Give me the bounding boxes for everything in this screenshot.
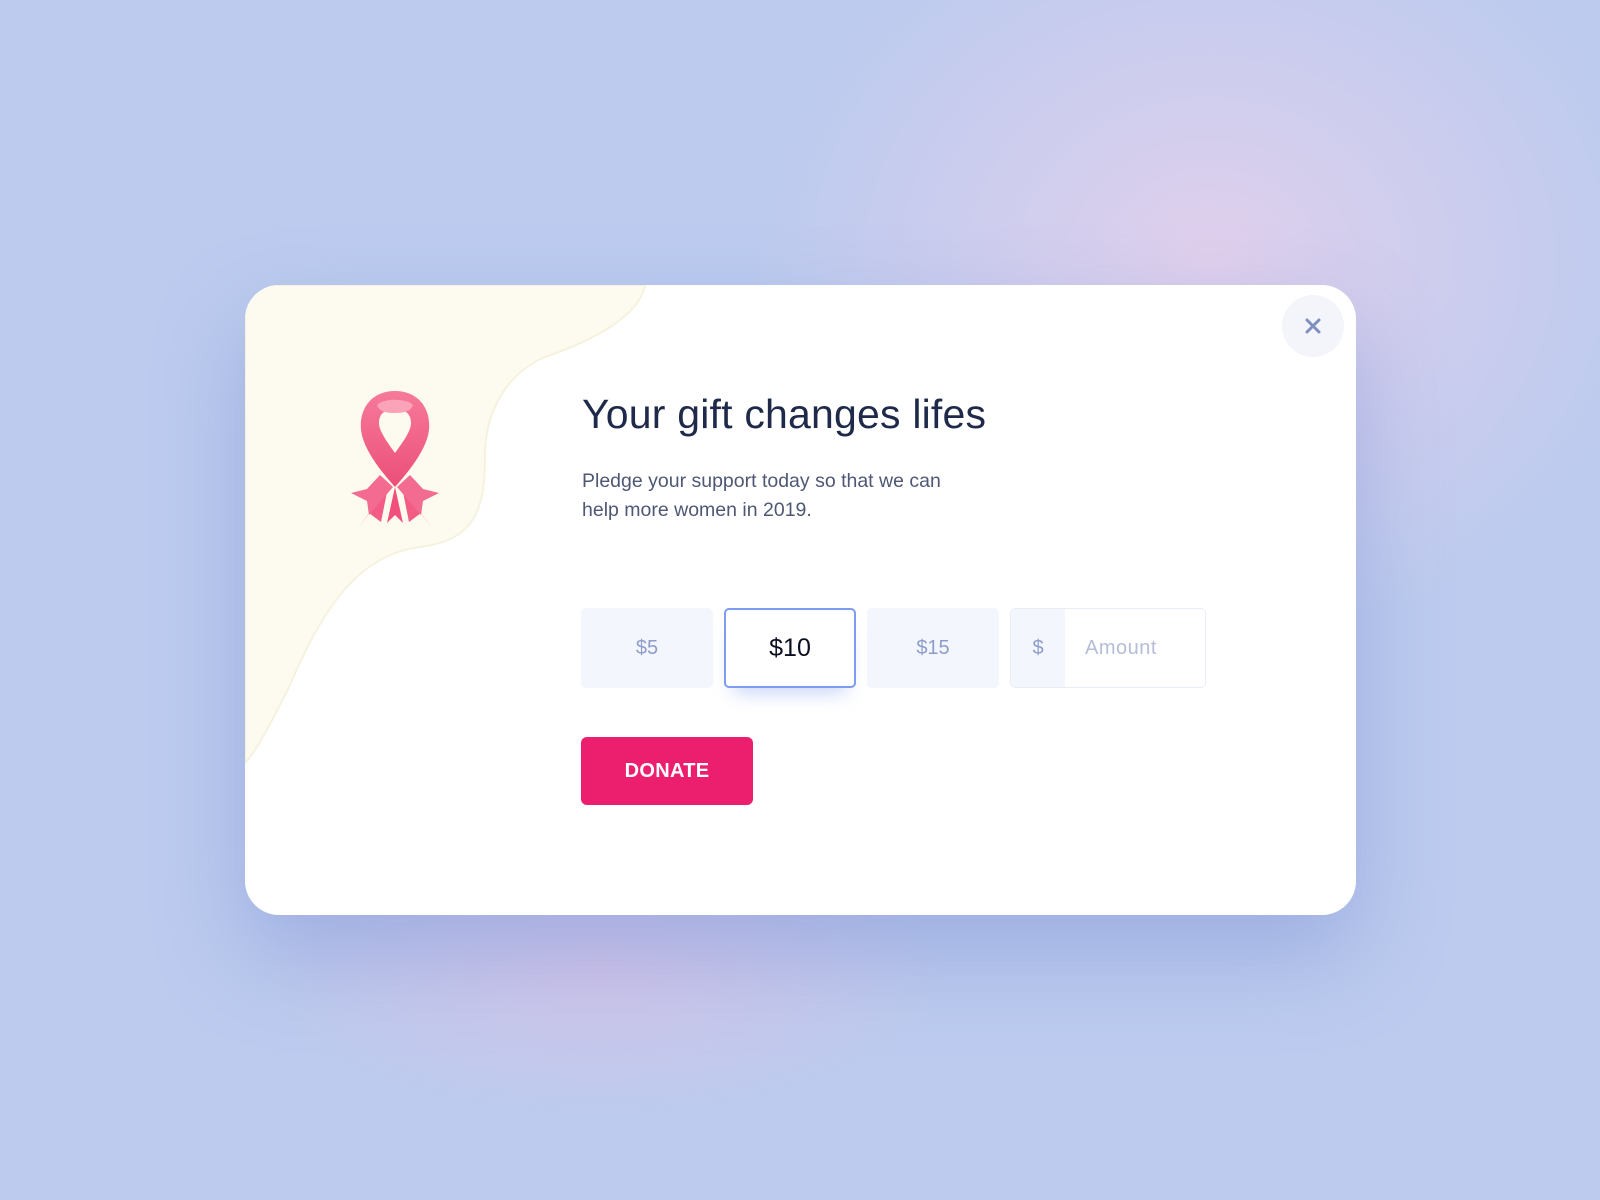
dialog-title: Your gift changes lifes	[582, 391, 987, 437]
close-icon	[1305, 318, 1321, 334]
close-button[interactable]	[1282, 295, 1344, 357]
dialog-description: Pledge your support today so that we can…	[582, 470, 941, 521]
awareness-ribbon-icon	[351, 391, 439, 525]
donate-button[interactable]: DONATE	[581, 737, 753, 805]
custom-amount-field: $	[1010, 608, 1206, 688]
currency-symbol: $	[1011, 609, 1065, 687]
amount-option-10[interactable]: $10	[724, 608, 856, 688]
donation-dialog: Your gift changes lifes Pledge your supp…	[245, 285, 1356, 915]
amount-options: $5 $10 $15 $	[581, 608, 1206, 688]
decorative-blob	[245, 285, 647, 765]
custom-amount-input[interactable]	[1065, 609, 1205, 687]
amount-option-15[interactable]: $15	[867, 608, 999, 688]
amount-option-5[interactable]: $5	[581, 608, 713, 688]
